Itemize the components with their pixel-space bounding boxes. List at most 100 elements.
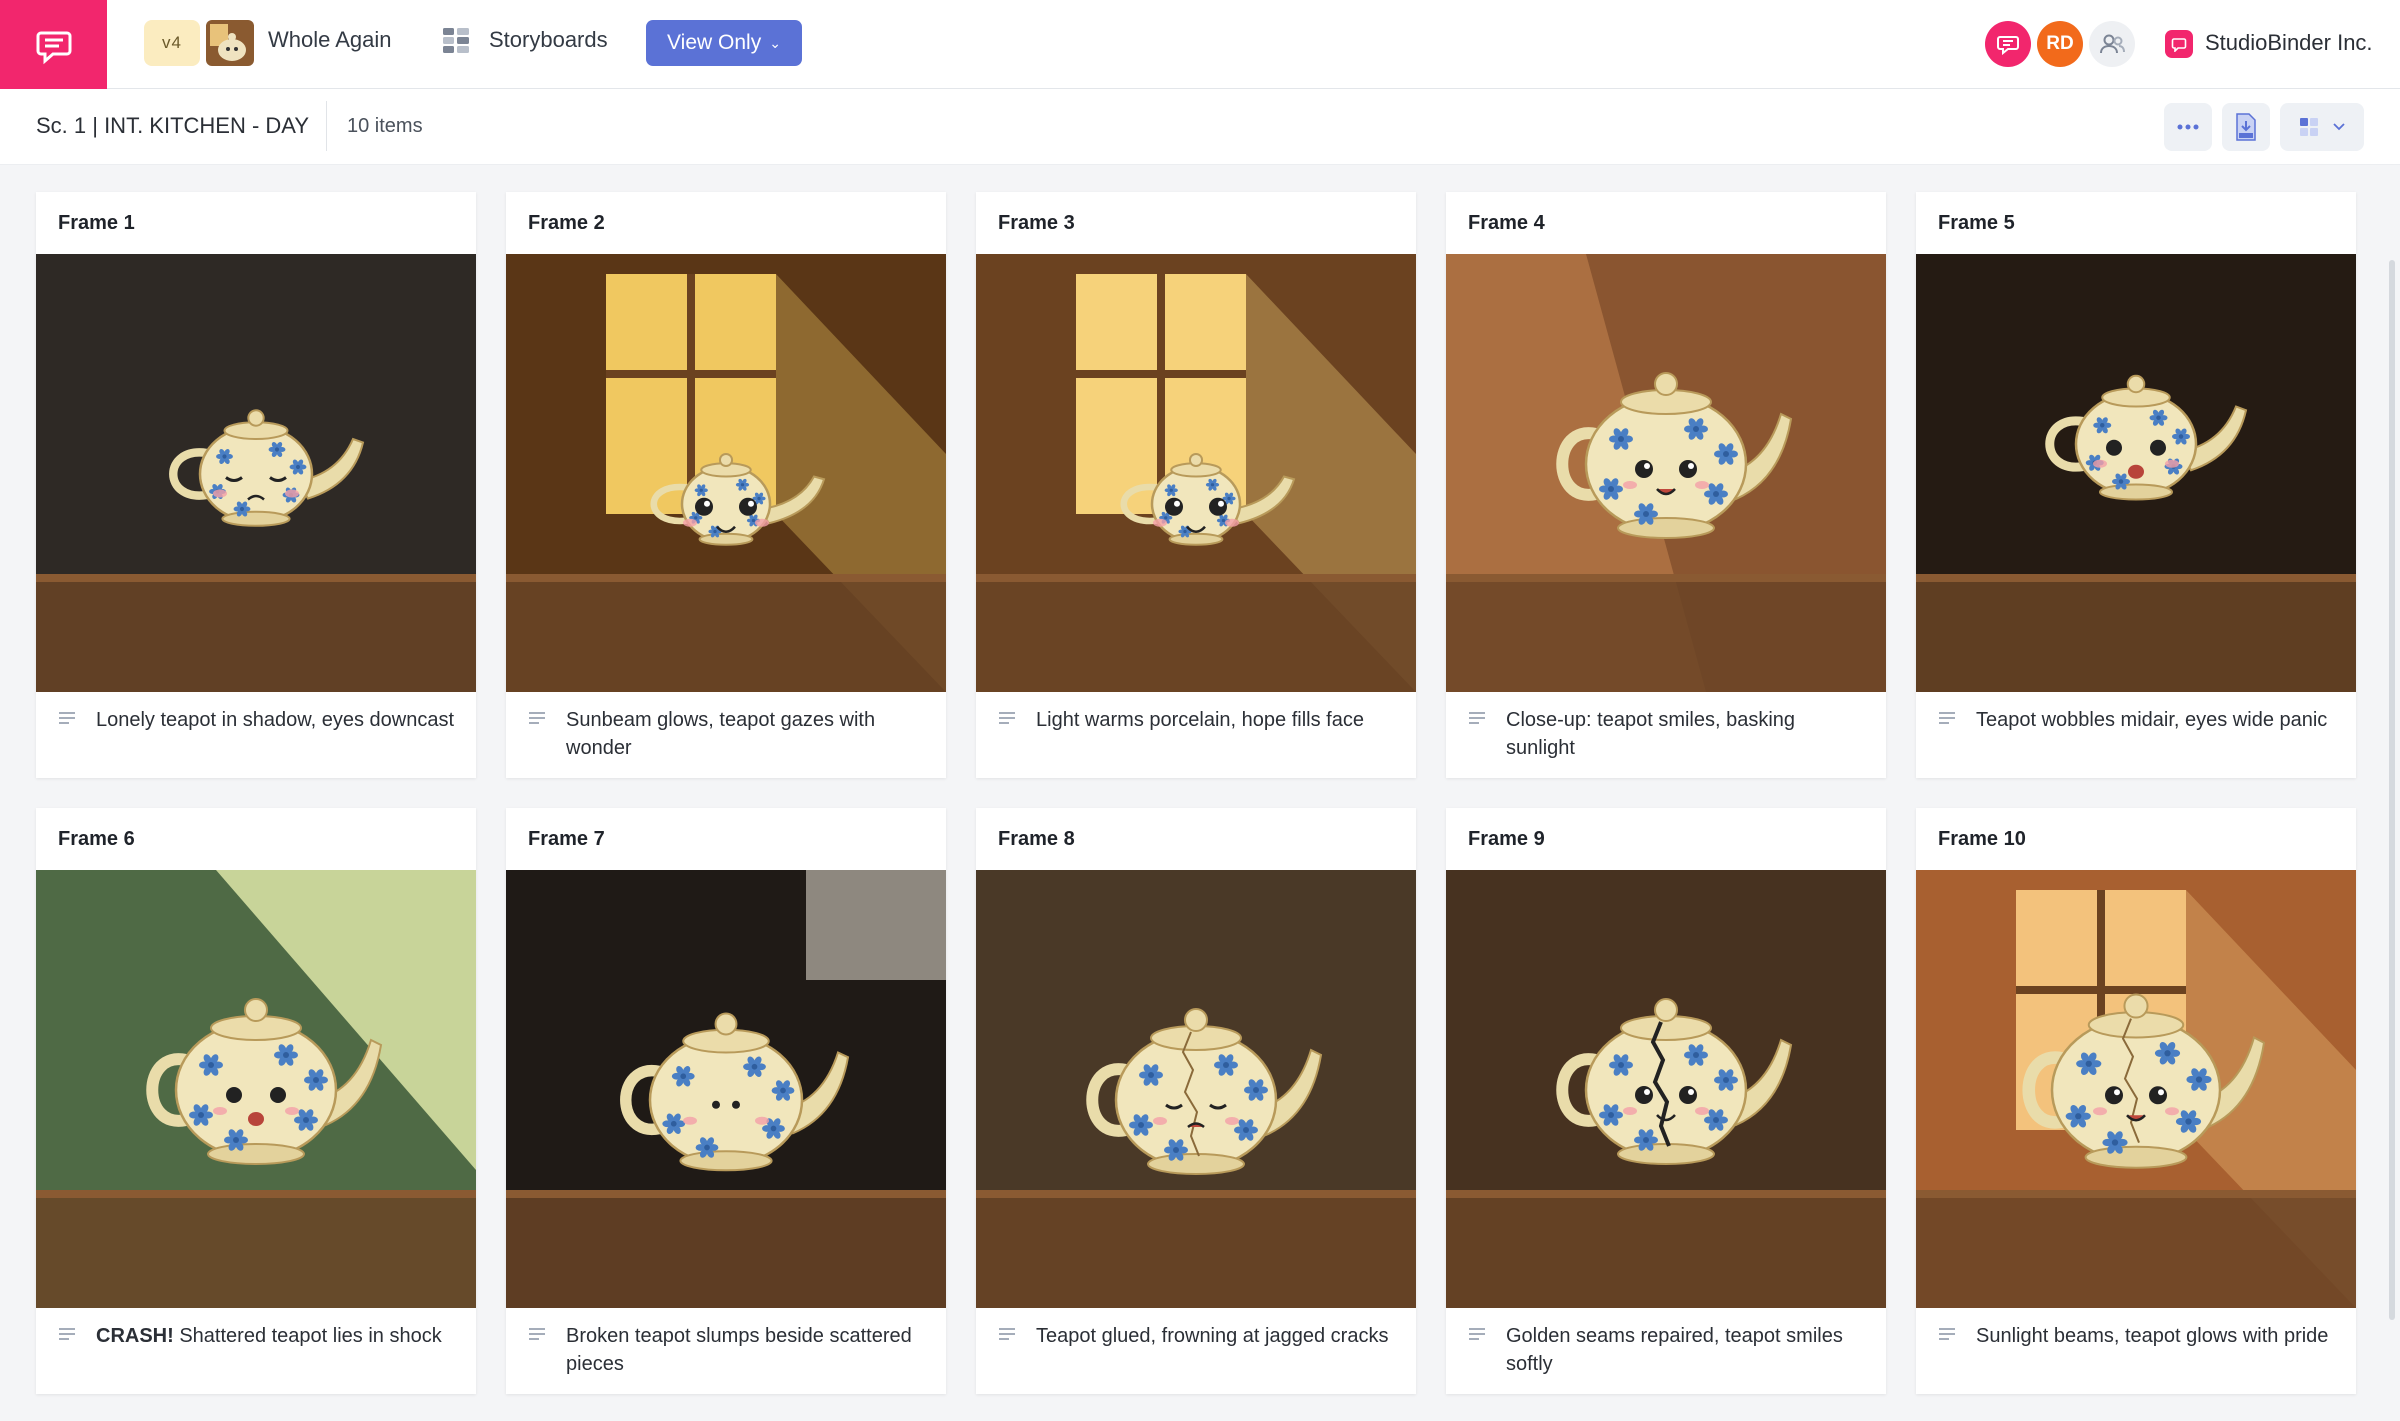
frame-illustration [1916, 870, 2356, 1308]
description-text: Sunbeam glows, teapot gazes with wonder [566, 709, 876, 759]
chat-logo-icon [36, 31, 71, 64]
grid-layout-icon [2300, 118, 2318, 136]
project-thumbnail [206, 20, 254, 66]
frame-illustration [1446, 254, 1886, 692]
frame-image[interactable] [1446, 254, 1886, 692]
frame-image[interactable] [976, 870, 1416, 1308]
frame-label: Frame 1 [58, 212, 135, 234]
user-avatar-rd[interactable]: RD [2037, 21, 2083, 67]
description-icon [999, 712, 1015, 724]
frame-description[interactable]: Teapot wobbles midair, eyes wide panic [1976, 706, 2338, 734]
storyboards-icon[interactable] [442, 26, 470, 54]
description-text: Golden seams repaired, teapot smiles sof… [1506, 1325, 1843, 1375]
layout-toggle-button[interactable] [2280, 103, 2364, 151]
frame-label: Frame 4 [1468, 212, 1545, 234]
frame-description[interactable]: Golden seams repaired, teapot smiles sof… [1506, 1322, 1868, 1378]
frame-card[interactable]: Frame 9 Golden seams repaired, teapot smi… [1446, 808, 1886, 1394]
scene-header: Sc. 1 | INT. KITCHEN - DAY 10 items [0, 89, 2400, 165]
description-icon [1939, 712, 1955, 724]
frame-image[interactable] [1916, 254, 2356, 692]
description-icon [59, 712, 75, 724]
project-title[interactable]: Whole Again [268, 27, 392, 53]
storyboards-nav-link[interactable]: Storyboards [489, 27, 608, 53]
frame-card[interactable]: Frame 6 CRASH! Shattered teapot lies in s… [36, 808, 476, 1394]
frame-description[interactable]: Light warms porcelain, hope fills face [1036, 706, 1398, 734]
frame-description[interactable]: Lonely teapot in shadow, eyes downcast [96, 706, 458, 734]
frame-label: Frame 9 [1468, 828, 1545, 850]
frame-illustration [36, 870, 476, 1308]
org-name[interactable]: StudioBinder Inc. [2205, 30, 2373, 56]
description-text: Close-up: teapot smiles, basking sunligh… [1506, 709, 1796, 759]
frame-description[interactable]: Sunlight beams, teapot glows with pride [1976, 1322, 2338, 1350]
description-icon [529, 712, 545, 724]
frame-image[interactable] [36, 870, 476, 1308]
chevron-down-icon [2333, 123, 2345, 131]
frame-card[interactable]: Frame 5 Teapot wobbles midair, eyes wide … [1916, 192, 2356, 778]
frame-illustration [1446, 870, 1886, 1308]
chat-bubble-icon [1997, 36, 2019, 55]
frame-label: Frame 7 [528, 828, 605, 850]
description-text: Sunlight beams, teapot glows with pride [1976, 1325, 2329, 1347]
frame-label: Frame 3 [998, 212, 1075, 234]
frame-card[interactable]: Frame 8 Teapot glued, frowning at jagged … [976, 808, 1416, 1394]
frame-label: Frame 6 [58, 828, 135, 850]
studiobinder-logo[interactable] [0, 0, 107, 89]
frame-description[interactable]: CRASH! Shattered teapot lies in shock [96, 1322, 458, 1350]
people-icon [2100, 34, 2125, 54]
frame-card[interactable]: Frame 3 Light warms porcelain, hope fills… [976, 192, 1416, 778]
org-logo-icon[interactable] [2165, 30, 2193, 58]
frame-image[interactable] [36, 254, 476, 692]
frame-description[interactable]: Teapot glued, frowning at jagged cracks [1036, 1322, 1398, 1350]
export-pdf-button[interactable] [2222, 103, 2270, 151]
version-badge[interactable]: v4 [144, 20, 200, 66]
description-text: Light warms porcelain, hope fills face [1036, 709, 1364, 731]
frame-illustration [976, 870, 1416, 1308]
frame-image[interactable] [976, 254, 1416, 692]
more-options-button[interactable] [2164, 103, 2212, 151]
description-emphasis: CRASH! [96, 1325, 174, 1347]
description-text: Teapot glued, frowning at jagged cracks [1036, 1325, 1389, 1347]
scrollbar[interactable] [2389, 260, 2395, 1320]
description-text: Shattered teapot lies in shock [173, 1325, 442, 1347]
frame-label: Frame 10 [1938, 828, 2026, 850]
frame-image[interactable] [1916, 870, 2356, 1308]
items-count: 10 items [347, 115, 423, 137]
divider [326, 101, 327, 151]
frame-description[interactable]: Sunbeam glows, teapot gazes with wonder [566, 706, 928, 762]
description-icon [1939, 1328, 1955, 1340]
frame-card[interactable]: Frame 4 Close-up: teapot smiles, basking … [1446, 192, 1886, 778]
description-text: Teapot wobbles midair, eyes wide panic [1976, 709, 2328, 731]
frame-card[interactable]: Frame 1 Lonely teapot in shadow, eyes dow… [36, 192, 476, 778]
frame-label: Frame 8 [998, 828, 1075, 850]
share-people-button[interactable] [2089, 21, 2135, 67]
frame-card[interactable]: Frame 2 Sunbeam glows, teapot gazes with … [506, 192, 946, 778]
frame-illustration [36, 254, 476, 692]
frame-illustration [976, 254, 1416, 692]
view-mode-dropdown[interactable]: View Only ⌄ [646, 20, 802, 66]
more-icon [2177, 124, 2199, 130]
description-icon [999, 1328, 1015, 1340]
frame-label: Frame 5 [1938, 212, 2015, 234]
frame-card[interactable]: Frame 10 Sunlight beams, teapot glows wit… [1916, 808, 2356, 1394]
description-icon [529, 1328, 545, 1340]
frame-image[interactable] [506, 870, 946, 1308]
description-text: Lonely teapot in shadow, eyes downcast [96, 709, 455, 731]
view-mode-label: View Only [667, 31, 762, 54]
frame-image[interactable] [1446, 870, 1886, 1308]
description-icon [59, 1328, 75, 1340]
frame-image[interactable] [506, 254, 946, 692]
frame-card[interactable]: Frame 7 Broken teapot slumps beside scatt… [506, 808, 946, 1394]
frame-description[interactable]: Close-up: teapot smiles, basking sunligh… [1506, 706, 1868, 762]
scene-title[interactable]: Sc. 1 | INT. KITCHEN - DAY [36, 113, 309, 139]
chevron-down-icon: ⌄ [769, 34, 781, 51]
chat-avatar[interactable] [1985, 21, 2031, 67]
pdf-export-icon [2236, 113, 2256, 141]
description-text: Broken teapot slumps beside scattered pi… [566, 1325, 912, 1375]
frame-illustration [506, 254, 946, 692]
top-bar: v4 Whole Again Storyboards View Only ⌄ R… [0, 0, 2400, 89]
frame-label: Frame 2 [528, 212, 605, 234]
frame-description[interactable]: Broken teapot slumps beside scattered pi… [566, 1322, 928, 1378]
description-icon [1469, 712, 1485, 724]
description-icon [1469, 1328, 1485, 1340]
frame-illustration [1916, 254, 2356, 692]
